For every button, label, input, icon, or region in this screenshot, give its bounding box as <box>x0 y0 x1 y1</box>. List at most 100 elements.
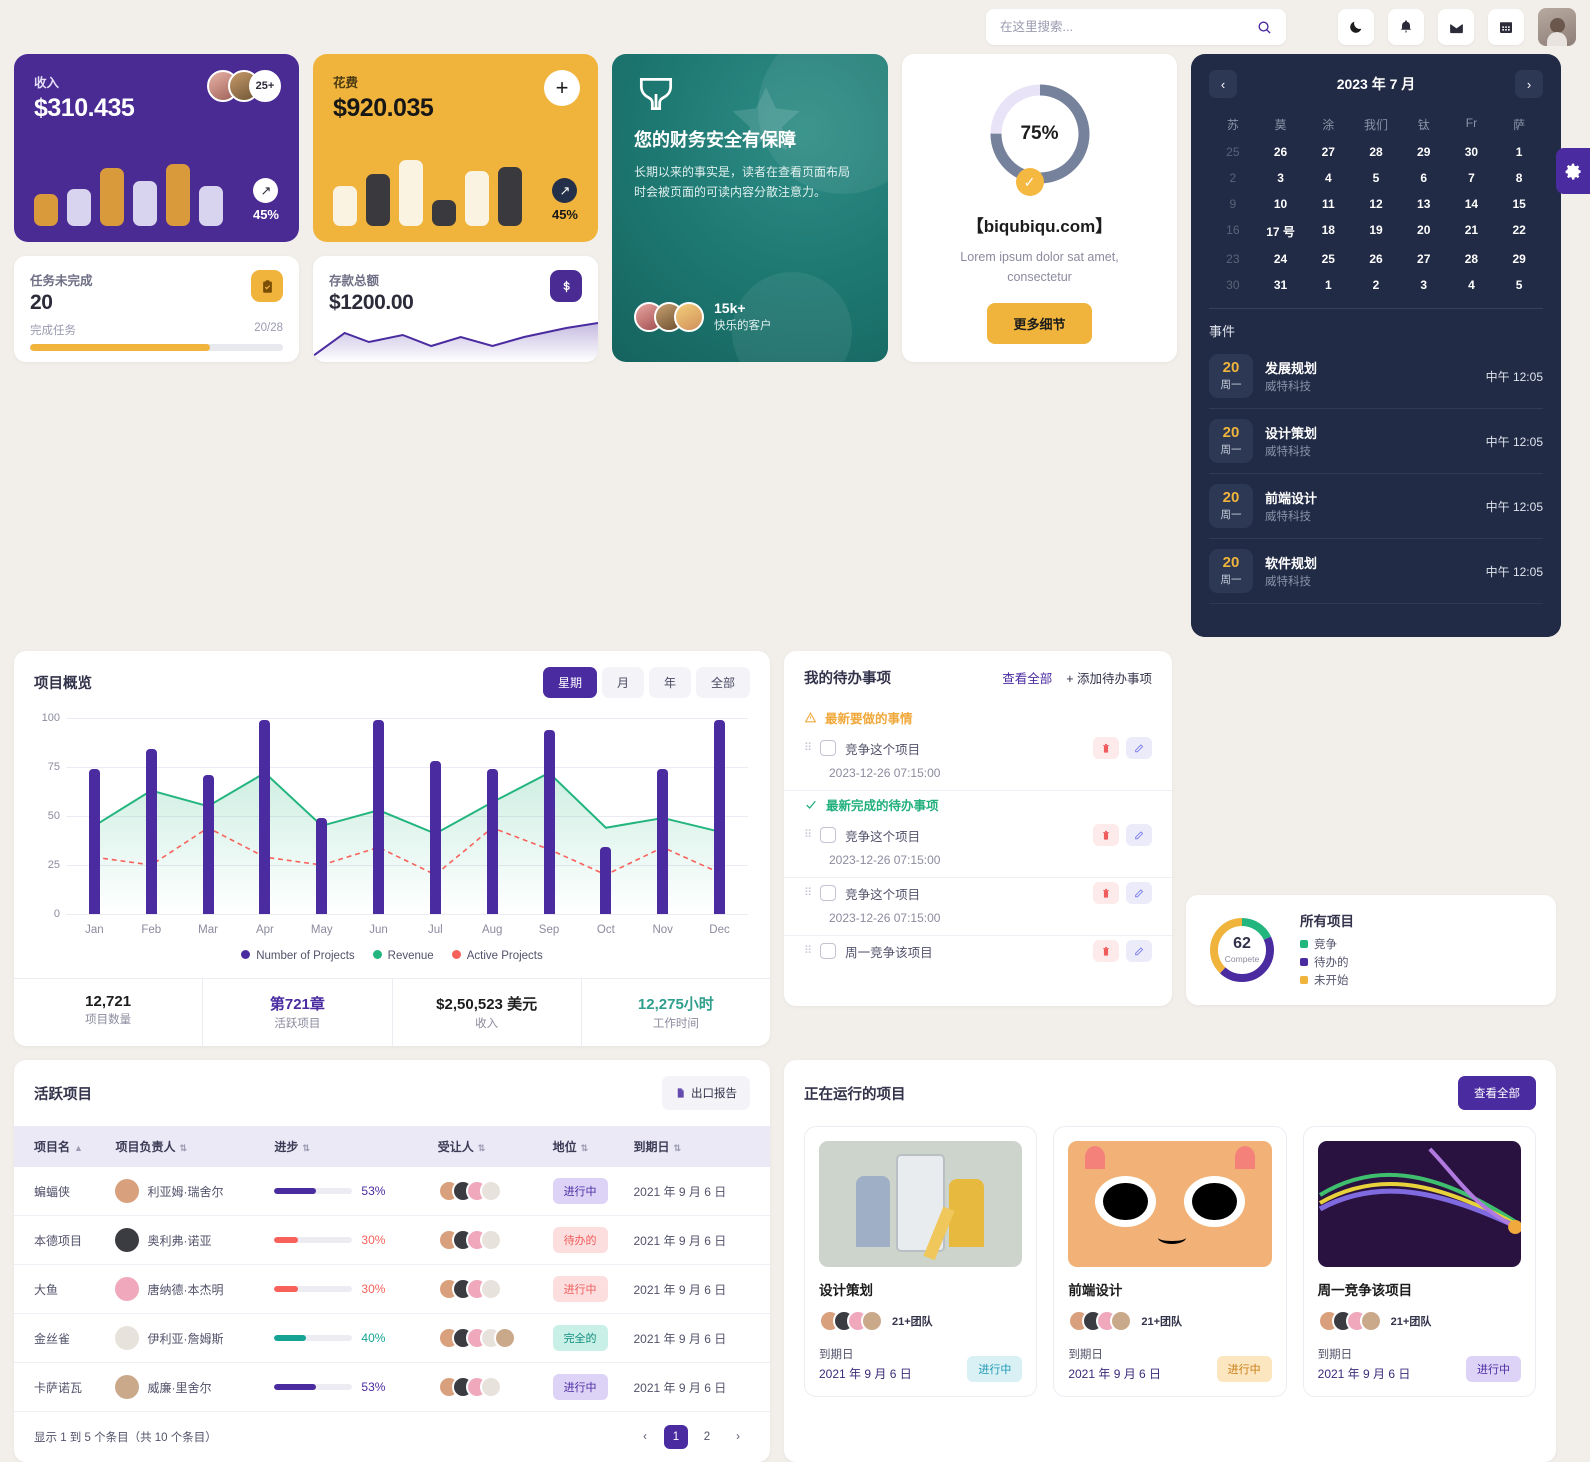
calendar-day[interactable]: 7 <box>1448 165 1496 191</box>
project-card[interactable]: 设计策划 21+团队 到期日 2021 年 9 月 6 日 进行中 <box>804 1126 1038 1397</box>
calendar-day[interactable]: 25 <box>1304 246 1352 272</box>
pencil-icon[interactable] <box>1126 737 1152 759</box>
bell-icon[interactable] <box>1388 9 1424 45</box>
calendar-day[interactable]: 15 <box>1495 191 1543 217</box>
table-row[interactable]: 大鱼 唐纳德·本杰明 30% 进行中 2021 年 9 月 6 日 <box>14 1264 770 1314</box>
more-details-button[interactable]: 更多细节 <box>987 303 1092 344</box>
legend-item[interactable]: Number of Projects <box>241 946 355 964</box>
calendar-day[interactable]: 11 <box>1304 191 1352 217</box>
calendar-day[interactable]: 22 <box>1495 217 1543 246</box>
calendar-day[interactable]: 13 <box>1400 191 1448 217</box>
legend-item[interactable]: Active Projects <box>451 946 543 964</box>
calendar-day[interactable]: 16 <box>1209 217 1257 246</box>
column-header-项目名[interactable]: 项目名 ▲ <box>14 1126 116 1167</box>
column-header-项目负责人[interactable]: 项目负责人 ⇅ <box>115 1126 275 1167</box>
calendar-day[interactable]: 30 <box>1448 139 1496 165</box>
pager-page-1[interactable]: 1 <box>664 1425 688 1449</box>
pager-page-2[interactable]: 2 <box>695 1425 719 1449</box>
calendar-day[interactable]: 26 <box>1257 139 1305 165</box>
export-report-button[interactable]: 出口报告 <box>662 1076 750 1110</box>
calendar-prev-button[interactable]: ‹ <box>1209 70 1237 98</box>
avatar[interactable] <box>1538 8 1576 46</box>
calendar-day-selected[interactable]: 21 <box>1448 217 1496 246</box>
calendar-day[interactable]: 6 <box>1400 165 1448 191</box>
search-icon[interactable] <box>1257 20 1272 35</box>
calendar-event[interactable]: 20 周一 发展规划 威特科技 中午 12:05 <box>1209 344 1543 409</box>
column-header-进步[interactable]: 进步 ⇅ <box>274 1126 438 1167</box>
calendar-day[interactable]: 5 <box>1495 272 1543 298</box>
todo-checkbox[interactable] <box>820 885 837 901</box>
pager-next[interactable]: › <box>726 1425 750 1449</box>
range-tab-全部[interactable]: 全部 <box>695 667 750 698</box>
revenue-avatars[interactable]: 25+ <box>207 70 281 102</box>
calendar-day[interactable]: 3 <box>1257 165 1305 191</box>
trash-icon[interactable] <box>1093 737 1119 759</box>
calendar-day[interactable]: 20 <box>1400 217 1448 246</box>
calendar-day[interactable]: 27 <box>1304 139 1352 165</box>
calendar-day[interactable]: 14 <box>1448 191 1496 217</box>
search-box[interactable] <box>986 9 1286 45</box>
table-row[interactable]: 卡萨诺瓦 威廉·里舍尔 53% 进行中 2021 年 9 月 6 日 <box>14 1362 770 1412</box>
calendar-day[interactable]: 27 <box>1400 246 1448 272</box>
calendar-day[interactable]: 31 <box>1257 272 1305 298</box>
overview-range-tabs[interactable]: 星期月年全部 <box>542 667 750 698</box>
todo-view-all-link[interactable]: 查看全部 <box>1002 668 1052 687</box>
mail-icon[interactable] <box>1438 9 1474 45</box>
project-card[interactable]: 前端设计 21+团队 到期日 2021 年 9 月 6 日 进行中 <box>1053 1126 1287 1397</box>
calendar-event[interactable]: 20 周一 前端设计 威特科技 中午 12:05 <box>1209 474 1543 539</box>
moon-icon[interactable] <box>1338 9 1374 45</box>
running-view-all-button[interactable]: 查看全部 <box>1458 1076 1536 1110</box>
drag-handle[interactable]: ⠿ <box>804 829 812 840</box>
calendar-day[interactable]: 2 <box>1352 272 1400 298</box>
calendar-day[interactable]: 30 <box>1209 272 1257 298</box>
calendar-next-button[interactable]: › <box>1514 70 1543 98</box>
calendar-day[interactable]: 29 <box>1495 246 1543 272</box>
todo-checkbox[interactable] <box>820 943 837 959</box>
calendar-day[interactable]: 10 <box>1257 191 1305 217</box>
calendar-day[interactable]: 24 <box>1257 246 1305 272</box>
table-row[interactable]: 本德项目 奥利弗·诺亚 30% 待办的 2021 年 9 月 6 日 <box>14 1215 770 1265</box>
drag-handle[interactable]: ⠿ <box>804 742 812 753</box>
todo-checkbox[interactable] <box>820 827 837 843</box>
pencil-icon[interactable] <box>1126 824 1152 846</box>
pager-prev[interactable]: ‹ <box>633 1425 657 1449</box>
trash-icon[interactable] <box>1093 824 1119 846</box>
todo-add-link[interactable]: + 添加待办事项 <box>1066 668 1152 687</box>
calendar-day[interactable]: 29 <box>1400 139 1448 165</box>
calendar-event[interactable]: 20 周一 设计策划 威特科技 中午 12:05 <box>1209 409 1543 474</box>
pencil-icon[interactable] <box>1126 940 1152 962</box>
calendar-day[interactable]: 23 <box>1209 246 1257 272</box>
calendar-day[interactable]: 3 <box>1400 272 1448 298</box>
calendar-day[interactable]: 9 <box>1209 191 1257 217</box>
project-card[interactable]: 周一竞争该项目 21+团队 到期日 2021 年 9 月 6 日 进行中 <box>1302 1126 1536 1397</box>
calendar-day[interactable]: 18 <box>1304 217 1352 246</box>
table-pagination[interactable]: ‹ 1 2 › <box>633 1425 750 1449</box>
plus-icon[interactable]: + <box>544 70 580 106</box>
calendar-day[interactable]: 25 <box>1209 139 1257 165</box>
todo-checkbox[interactable] <box>820 740 837 756</box>
calendar-day[interactable]: 28 <box>1448 246 1496 272</box>
search-input[interactable] <box>1000 20 1257 34</box>
drag-handle[interactable]: ⠿ <box>804 887 812 898</box>
calendar-day[interactable]: 5 <box>1352 165 1400 191</box>
calendar-day[interactable]: 1 <box>1304 272 1352 298</box>
calendar-day[interactable]: 28 <box>1352 139 1400 165</box>
calendar-day[interactable]: 8 <box>1495 165 1543 191</box>
calendar-day[interactable]: 17 号 <box>1257 217 1305 246</box>
pencil-icon[interactable] <box>1126 882 1152 904</box>
calendar-day[interactable]: 26 <box>1352 246 1400 272</box>
calendar-day[interactable]: 19 <box>1352 217 1400 246</box>
calendar-grid[interactable]: 苏莫涂我们钛 Fr 萨 25 26 27 28 29 30 1 2 3 4 5 6 7 8 9 10 11 12 13 14… <box>1209 110 1543 298</box>
table-row[interactable]: 蝙蝠侠 利亚姆·瑞舍尔 53% 进行中 2021 年 9 月 6 日 <box>14 1167 770 1216</box>
range-tab-月[interactable]: 月 <box>601 667 644 698</box>
column-header-到期日[interactable]: 到期日 ⇅ <box>633 1126 770 1167</box>
range-tab-星期[interactable]: 星期 <box>542 667 597 698</box>
table-row[interactable]: 金丝雀 伊利亚·詹姆斯 40% 完全的 2021 年 9 月 6 日 <box>14 1313 770 1363</box>
legend-item[interactable]: Revenue <box>372 946 434 964</box>
calendar-day[interactable]: 1 <box>1495 139 1543 165</box>
column-header-受让人[interactable]: 受让人 ⇅ <box>437 1126 553 1167</box>
trash-icon[interactable] <box>1093 882 1119 904</box>
range-tab-年[interactable]: 年 <box>648 667 691 698</box>
calendar-day[interactable]: 4 <box>1304 165 1352 191</box>
calendar-day[interactable]: 2 <box>1209 165 1257 191</box>
